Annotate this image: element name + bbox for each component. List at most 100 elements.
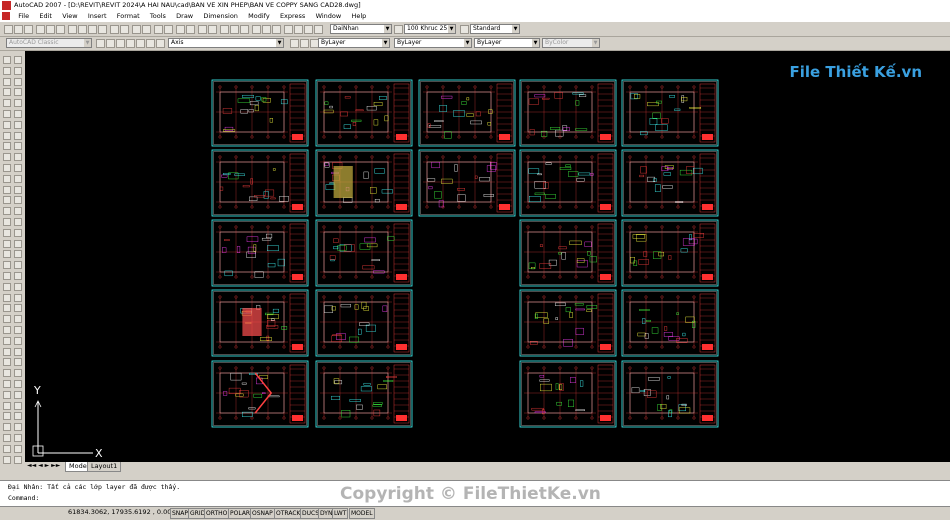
draw-tool-icon[interactable] <box>14 412 22 421</box>
draw-tool-icon[interactable] <box>3 272 11 280</box>
toolbar-button[interactable] <box>154 25 163 34</box>
style-icon[interactable] <box>394 25 403 34</box>
toolbar-button[interactable] <box>142 25 151 34</box>
menu-view[interactable]: View <box>58 11 81 20</box>
draw-tool-icon[interactable] <box>14 120 22 129</box>
toolbar-button[interactable] <box>78 25 87 34</box>
draw-tool-icon[interactable] <box>3 455 11 464</box>
draw-tool-icon[interactable] <box>14 293 22 302</box>
layer-tool-button[interactable] <box>116 39 125 48</box>
toolbar-button[interactable] <box>88 25 97 34</box>
menu-express[interactable]: Express <box>276 11 309 20</box>
workspace-select[interactable]: AutoCAD Classic ▼ <box>6 38 92 48</box>
draw-tool-icon[interactable] <box>14 336 22 345</box>
layer-tool-button[interactable] <box>136 39 145 48</box>
toolbar-button[interactable] <box>68 25 77 34</box>
draw-tool-icon[interactable] <box>3 66 11 75</box>
chevron-down-icon[interactable]: ▼ <box>276 39 283 47</box>
draw-tool-icon[interactable] <box>14 142 22 151</box>
draw-tool-icon[interactable] <box>14 185 22 194</box>
draw-tool-icon[interactable] <box>3 250 11 259</box>
menu-modify[interactable]: Modify <box>244 11 274 20</box>
draw-tool-icon[interactable] <box>14 131 22 140</box>
menu-edit[interactable]: Edit <box>35 11 56 20</box>
status-toggle-otrack[interactable]: OTRACK <box>274 508 303 519</box>
draw-tool-icon[interactable] <box>14 99 22 108</box>
draw-tool-icon[interactable] <box>3 99 11 108</box>
draw-tool-icon[interactable] <box>3 315 11 324</box>
draw-tool-icon[interactable] <box>3 444 11 453</box>
draw-tool-icon[interactable] <box>3 239 11 248</box>
layer-tool-button[interactable] <box>96 39 105 48</box>
toolbar-button[interactable] <box>4 25 13 34</box>
toolbar-button[interactable] <box>24 25 33 34</box>
draw-tool-icon[interactable] <box>14 282 22 291</box>
layer-tool-button[interactable] <box>146 39 155 48</box>
toolbar-button[interactable] <box>46 25 55 34</box>
toolbar-button[interactable] <box>120 25 129 34</box>
layer-tool-button[interactable] <box>126 39 135 48</box>
draw-tool-icon[interactable] <box>3 228 11 237</box>
draw-tool-icon[interactable] <box>3 77 11 86</box>
toolbar-button[interactable] <box>294 25 303 34</box>
draw-tool-icon[interactable] <box>14 347 22 356</box>
toolbar-button[interactable] <box>262 25 271 34</box>
layer-tool-button[interactable] <box>106 39 115 48</box>
layer-tool-button[interactable] <box>300 39 309 48</box>
draw-tool-icon[interactable] <box>3 164 11 172</box>
draw-tool-icon[interactable] <box>3 336 11 345</box>
draw-tool-icon[interactable] <box>14 164 22 172</box>
status-toggle-osnap[interactable]: OSNAP <box>250 508 275 519</box>
draw-tool-icon[interactable] <box>14 261 22 270</box>
draw-tool-icon[interactable] <box>14 239 22 248</box>
menu-draw[interactable]: Draw <box>172 11 197 20</box>
lineweight-select[interactable]: ByLayer ▼ <box>474 38 540 48</box>
toolbar-button[interactable] <box>98 25 107 34</box>
toolbar-button[interactable] <box>272 25 281 34</box>
color-select[interactable]: ByLayer ▼ <box>318 38 390 48</box>
draw-tool-icon[interactable] <box>3 423 11 432</box>
tab-layout1[interactable]: Layout1 <box>87 462 122 472</box>
layer-tool-button[interactable] <box>290 39 299 48</box>
toolbar-button[interactable] <box>240 25 249 34</box>
draw-tool-icon[interactable] <box>3 174 11 183</box>
draw-tool-icon[interactable] <box>14 380 22 388</box>
toolbar-button[interactable] <box>314 25 323 34</box>
style-icon[interactable] <box>460 25 469 34</box>
text-style-select[interactable]: DaiNhan ▼ <box>330 24 392 34</box>
draw-tool-icon[interactable] <box>14 110 22 118</box>
chevron-down-icon[interactable]: ▼ <box>592 39 599 47</box>
menu-file[interactable]: File <box>14 11 33 20</box>
toolbar-button[interactable] <box>198 25 207 34</box>
draw-tool-icon[interactable] <box>3 380 11 388</box>
draw-tool-icon[interactable] <box>3 196 11 205</box>
menu-insert[interactable]: Insert <box>84 11 111 20</box>
chevron-down-icon[interactable]: ▼ <box>382 39 389 47</box>
draw-tool-icon[interactable] <box>3 347 11 356</box>
draw-tool-icon[interactable] <box>3 293 11 302</box>
toolbar-button[interactable] <box>164 25 173 34</box>
toolbar-button[interactable] <box>252 25 261 34</box>
draw-tool-icon[interactable] <box>14 196 22 205</box>
toolbar-button[interactable] <box>208 25 217 34</box>
draw-tool-icon[interactable] <box>14 369 22 378</box>
status-toggle-model[interactable]: MODEL <box>349 508 375 519</box>
menu-dimension[interactable]: Dimension <box>199 11 242 20</box>
draw-tool-icon[interactable] <box>3 218 11 226</box>
draw-tool-icon[interactable] <box>14 358 22 367</box>
draw-tool-icon[interactable] <box>14 174 22 183</box>
draw-tool-icon[interactable] <box>3 358 11 367</box>
command-prompt[interactable]: Command: <box>8 494 39 502</box>
toolbar-button[interactable] <box>284 25 293 34</box>
draw-tool-icon[interactable] <box>14 304 22 313</box>
drawing-area[interactable]: YX File Thiết Kế.vn <box>25 51 950 462</box>
chevron-down-icon[interactable]: ▼ <box>84 39 91 47</box>
chevron-down-icon[interactable]: ▼ <box>512 25 519 33</box>
draw-tool-icon[interactable] <box>3 88 11 97</box>
draw-tool-icon[interactable] <box>3 120 11 129</box>
toolbar-button[interactable] <box>132 25 141 34</box>
draw-tool-icon[interactable] <box>3 390 11 399</box>
dim-style-select[interactable]: 100 Khruc 25 ▼ <box>404 24 456 34</box>
draw-tool-icon[interactable] <box>3 142 11 151</box>
draw-tool-icon[interactable] <box>3 412 11 421</box>
